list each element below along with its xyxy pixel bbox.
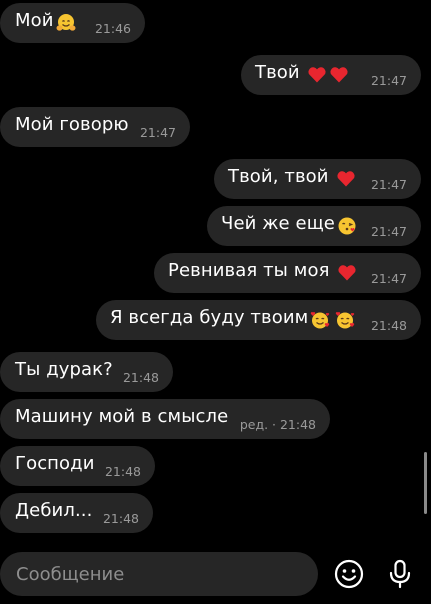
hugging-face-icon	[56, 13, 76, 33]
microphone-icon[interactable]	[383, 557, 417, 591]
message-bubble-outgoing[interactable]: Твой, твой 21:47	[214, 159, 421, 199]
message-row[interactable]: Ревнивая ты моя 21:47	[0, 253, 431, 293]
red-heart-icon	[307, 65, 327, 85]
smiley-icon[interactable]	[332, 557, 366, 591]
message-row[interactable]: Машину мой в смысле ред. · 21:48	[0, 399, 431, 439]
message-bubble-incoming[interactable]: Мой 21:46	[0, 3, 145, 43]
message-bubble-incoming[interactable]: Ты дурак? 21:48	[0, 352, 173, 392]
message-row[interactable]: Ты дурак? 21:48	[0, 352, 431, 392]
message-text: Господи	[15, 453, 95, 474]
message-bubble-outgoing[interactable]: Чей же еще 21:47	[207, 206, 421, 246]
message-text: Твой	[255, 62, 300, 83]
message-bubble-incoming[interactable]: Мой говорю 21:47	[0, 107, 190, 147]
message-time: 21:48	[104, 464, 141, 479]
red-heart-icon	[337, 263, 357, 283]
message-text: Мой говорю	[15, 114, 129, 135]
message-row[interactable]: Чей же еще 21:47	[0, 206, 431, 246]
message-text: Ревнивая ты моя	[168, 260, 330, 281]
message-row[interactable]: Дебил... 21:48	[0, 493, 431, 533]
message-time: 21:47	[370, 271, 407, 286]
red-heart-icon	[329, 65, 349, 85]
message-time: 21:48	[102, 511, 139, 526]
message-row[interactable]: Мой говорю 21:47	[0, 107, 431, 147]
message-bubble-outgoing[interactable]: Я всегда буду твоим 21:48	[96, 300, 421, 340]
message-time: 21:47	[370, 177, 407, 192]
message-time: 21:47	[370, 73, 407, 88]
message-text: Машину мой в смысле	[15, 406, 229, 427]
message-bubble-incoming[interactable]: Дебил... 21:48	[0, 493, 153, 533]
message-composer[interactable]	[0, 552, 318, 596]
message-time: 21:48	[122, 370, 159, 385]
message-text: Твой, твой	[228, 166, 329, 187]
message-row[interactable]: Я всегда буду твоим 21:48	[0, 300, 431, 340]
message-time-edited: ред. · 21:48	[239, 417, 316, 432]
message-row[interactable]: Господи 21:48	[0, 446, 431, 486]
message-row[interactable]: Твой, твой 21:47	[0, 159, 431, 199]
message-input[interactable]	[14, 562, 308, 586]
message-row[interactable]: Мой 21:46	[0, 3, 431, 43]
message-list[interactable]: Мой 21:46 Твой 21:47 Мой говорю 21:47 Тв…	[0, 0, 431, 548]
message-text: Чей же еще	[221, 213, 335, 234]
red-heart-icon	[336, 169, 356, 189]
message-text: Дебил...	[15, 500, 93, 521]
message-bubble-incoming[interactable]: Господи 21:48	[0, 446, 155, 486]
face-blowing-kiss-icon	[337, 216, 357, 236]
message-bubble-incoming[interactable]: Машину мой в смысле ред. · 21:48	[0, 399, 330, 439]
message-time: 21:47	[139, 125, 176, 140]
smiling-face-with-hearts-icon	[310, 310, 330, 330]
message-bubble-outgoing[interactable]: Твой 21:47	[241, 55, 421, 95]
message-time: 21:46	[94, 21, 131, 36]
message-text: Ты дурак?	[15, 359, 113, 380]
message-text: Я всегда буду твоим	[110, 307, 309, 328]
smiling-face-with-hearts-icon	[335, 310, 355, 330]
message-row[interactable]: Твой 21:47	[0, 55, 431, 95]
message-time: 21:48	[370, 318, 407, 333]
message-text: Мой	[15, 10, 54, 31]
message-time: 21:47	[370, 224, 407, 239]
scrollbar[interactable]	[424, 452, 427, 514]
message-bubble-outgoing[interactable]: Ревнивая ты моя 21:47	[154, 253, 421, 293]
